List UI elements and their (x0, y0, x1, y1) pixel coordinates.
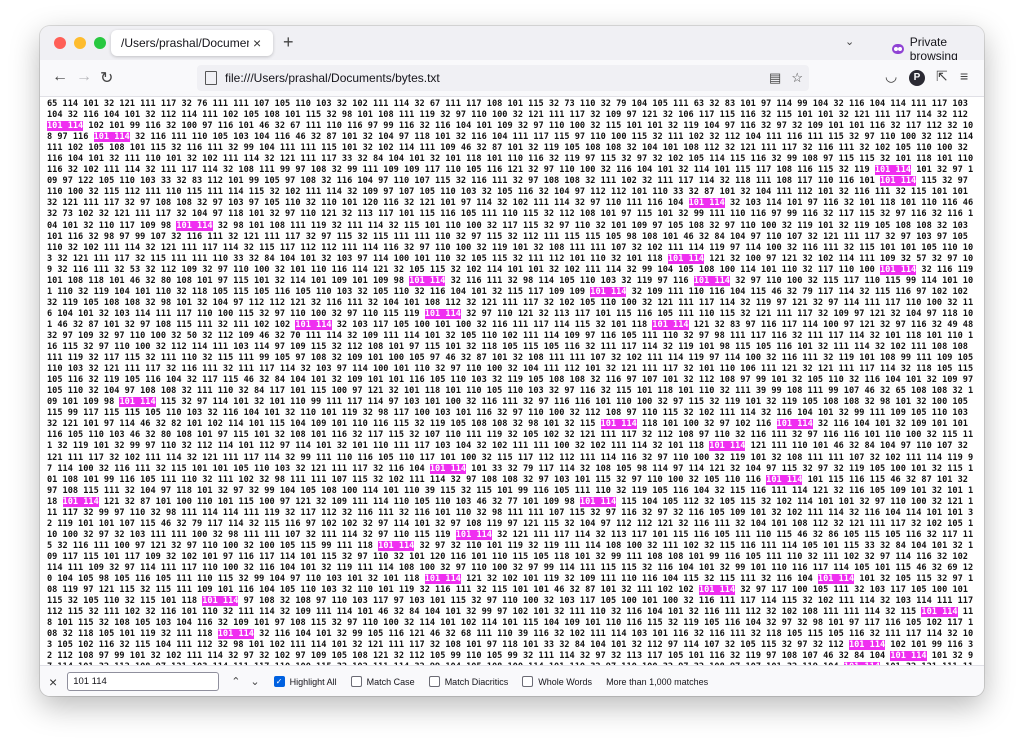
find-match-highlight: 101 114 (880, 176, 917, 187)
match-diacritics-label: Match Diacritics (444, 676, 509, 687)
tab-strip: /Users/prashal/Documents/bytes.txt × + ⌄… (40, 26, 984, 63)
checkmark-icon: ✓ (273, 676, 285, 687)
forward-button[interactable]: → (76, 68, 92, 86)
checkbox-box (522, 676, 534, 687)
highlight-all-checkbox[interactable]: ✓ Highlight All (273, 676, 337, 687)
page-content: 65 114 101 32 121 111 117 32 76 111 111 … (40, 97, 984, 665)
bookmark-star-icon[interactable]: ☆ (791, 70, 803, 86)
extensions-icon[interactable]: ⇱ (936, 68, 948, 85)
find-match-highlight: 101 114 (776, 419, 813, 430)
document-text: 65 114 101 32 121 111 117 32 76 111 111 … (40, 97, 984, 665)
checkbox-box (428, 676, 440, 687)
find-match-highlight: 101 114 (579, 496, 617, 507)
reader-view-icon[interactable]: ▤ (769, 70, 781, 86)
reload-button[interactable]: ↻ (100, 68, 113, 88)
find-match-highlight: 101 114 (766, 474, 803, 485)
tab-list-chevron-icon[interactable]: ⌄ (845, 35, 854, 48)
pocket-icon[interactable]: ◡ (885, 68, 897, 85)
find-match-highlight: 101 114 (47, 121, 84, 132)
find-match-highlight: 101 114 (698, 585, 736, 596)
find-next-icon[interactable]: ⌄ (250, 675, 259, 688)
whole-words-checkbox[interactable]: Whole Words (522, 676, 592, 687)
find-match-highlight: 101 114 (424, 574, 461, 585)
find-status: More than 1,000 matches (606, 676, 709, 687)
find-match-highlight: 101 114 (93, 132, 130, 143)
match-case-checkbox[interactable]: Match Case (350, 676, 415, 687)
match-diacritics-checkbox[interactable]: Match Diacritics (428, 676, 509, 687)
find-match-highlight: 101 114 (921, 607, 958, 618)
find-match-highlight: 101 114 (409, 275, 446, 286)
find-match-highlight: 101 114 (709, 441, 746, 452)
private-browsing-label: Private browsing (909, 35, 958, 63)
find-match-highlight: 101 114 (378, 540, 415, 551)
tab-close-icon[interactable]: × (253, 35, 261, 51)
checkbox-box (350, 676, 362, 687)
find-match-highlight: 101 114 (688, 198, 725, 209)
url-text[interactable]: file:///Users/prashal/Documents/bytes.tx… (225, 71, 440, 85)
find-bar: × ⌃ ⌄ ✓ Highlight All Match Case Match D… (40, 665, 984, 696)
find-match-highlight: 101 114 (424, 308, 461, 319)
find-match-highlight: 101 114 (119, 397, 156, 408)
find-match-highlight: 101 114 (217, 629, 254, 640)
find-match-highlight: 101 114 (62, 496, 99, 507)
find-match-highlight: 101 114 (848, 640, 886, 651)
browser-window: /Users/prashal/Documents/bytes.txt × + ⌄… (40, 26, 984, 696)
tab-bytes-txt[interactable]: /Users/prashal/Documents/bytes.txt × (111, 30, 273, 56)
back-button[interactable]: ← (52, 68, 68, 86)
find-match-highlight: 101 114 (455, 529, 492, 540)
find-match-highlight: 101 114 (693, 275, 730, 286)
tab-title: /Users/prashal/Documents/bytes.txt (121, 36, 249, 50)
find-previous-icon[interactable]: ⌃ (231, 675, 240, 688)
account-avatar[interactable]: P (909, 70, 925, 86)
menu-icon[interactable]: ≡ (960, 68, 968, 84)
minimize-window-button[interactable] (74, 37, 86, 49)
private-browsing-indicator: Private browsing (892, 35, 984, 63)
navigation-toolbar: ← → ↻ file:///Users/prashal/Documents/by… (40, 60, 984, 97)
find-close-icon[interactable]: × (49, 674, 57, 690)
find-match-highlight: 101 114 (429, 463, 467, 474)
find-match-highlight: 101 114 (890, 651, 927, 662)
find-match-highlight: 101 114 (590, 286, 627, 297)
private-mask-icon (892, 44, 904, 54)
find-match-highlight: 101 114 (652, 319, 689, 330)
highlight-all-label: Highlight All (289, 676, 337, 687)
find-input[interactable] (67, 672, 220, 691)
find-match-highlight: 101 114 (600, 419, 637, 430)
find-match-highlight: 101 114 (817, 574, 855, 585)
match-case-label: Match Case (366, 676, 415, 687)
window-controls (54, 37, 106, 49)
zoom-window-button[interactable] (94, 37, 106, 49)
urlbar-actions: ▤ ☆ (769, 70, 803, 86)
find-match-highlight: 101 114 (880, 264, 917, 275)
find-match-highlight: 101 114 (295, 319, 332, 330)
close-window-button[interactable] (54, 37, 66, 49)
find-match-highlight: 101 114 (667, 253, 705, 264)
find-match-highlight: 101 114 (202, 596, 239, 607)
new-tab-button[interactable]: + (283, 32, 294, 53)
find-match-highlight: 101 114 (176, 220, 213, 231)
address-bar[interactable]: file:///Users/prashal/Documents/bytes.tx… (197, 65, 809, 91)
page-icon (205, 71, 217, 85)
find-match-highlight: 101 114 (874, 165, 912, 176)
whole-words-label: Whole Words (538, 676, 593, 687)
